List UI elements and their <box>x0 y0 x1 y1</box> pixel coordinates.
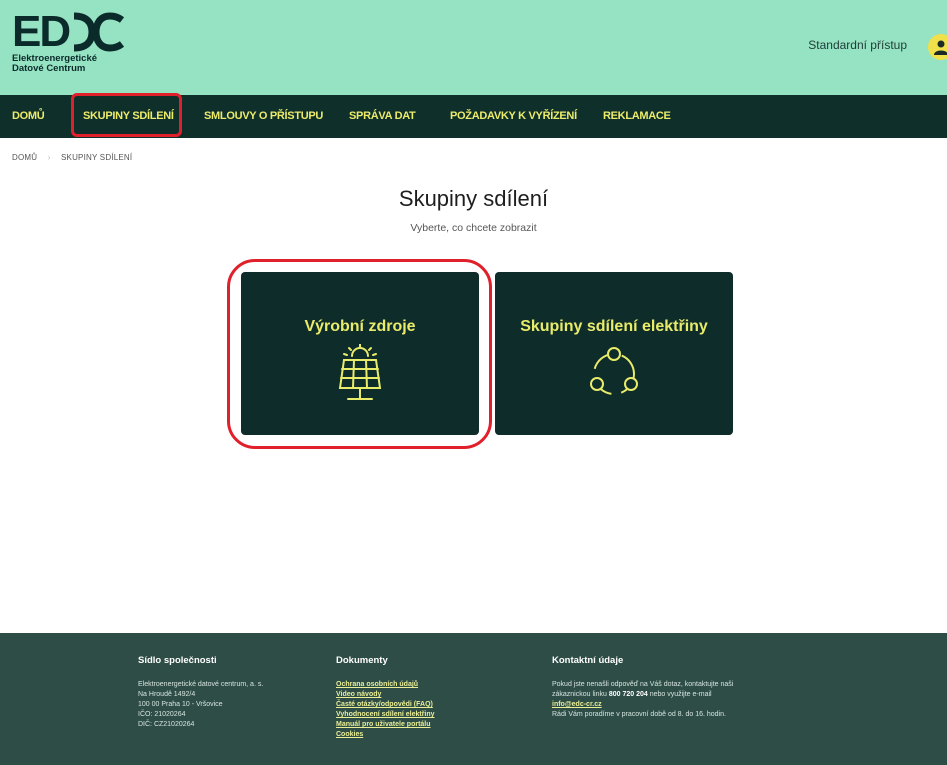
footer-link-video-guides[interactable]: Video návody <box>336 690 435 700</box>
footer-company-line: DIČ: CZ21020264 <box>138 721 195 728</box>
user-icon[interactable] <box>928 34 947 60</box>
card-title: Skupiny sdílení elektřiny <box>520 318 708 335</box>
nav-item-access-contracts[interactable]: SMLOUVY O PŘÍSTUPU <box>204 95 323 138</box>
footer-company-line: 100 00 Praha 10 - Vršovice <box>138 701 223 708</box>
logo-letters: ED <box>12 7 71 56</box>
nav-item-data-management[interactable]: SPRÁVA DAT <box>349 95 416 138</box>
footer-link-cookies[interactable]: Cookies <box>336 730 435 740</box>
footer-link-privacy[interactable]: Ochrana osobních údajů <box>336 680 435 690</box>
page-title: Skupiny sdílení <box>398 186 549 211</box>
breadcrumb: DOMŮ › SKUPINY SDÍLENÍ <box>12 153 132 162</box>
breadcrumb-current: SKUPINY SDÍLENÍ <box>61 153 133 162</box>
nav-highlight-annotation <box>71 93 182 137</box>
footer-link-sharing-evaluation[interactable]: Vyhodnocení sdílení elektřiny <box>336 710 435 720</box>
footer-link-faq[interactable]: Časté otázky/odpovědi (FAQ) <box>336 700 435 710</box>
footer-contact-phone[interactable]: 800 720 204 <box>609 691 648 698</box>
footer-link-user-manual[interactable]: Manuál pro uživatele portálu <box>336 720 435 730</box>
logo-subtitle-line2: Datové Centrum <box>12 63 86 74</box>
footer: Sídlo společnosti Elektroenergetické dat… <box>0 633 947 765</box>
footer-contact-text: nebo využijte e-mail <box>649 691 712 698</box>
footer-contact-email[interactable]: info@edc-cr.cz <box>552 700 733 710</box>
page-subtitle: Vyberte, co chcete zobrazit <box>410 222 537 234</box>
footer-contact-line: Pokud jste nenašli odpověď na Váš dotaz,… <box>552 681 734 688</box>
footer-contact-heading: Kontaktní údaje <box>552 655 624 666</box>
footer-documents: Dokumenty Ochrana osobních údajů Video n… <box>336 655 435 740</box>
footer-company-heading: Sídlo společnosti <box>138 655 217 666</box>
footer-documents-heading: Dokumenty <box>336 655 388 666</box>
nav-item-home[interactable]: DOMŮ <box>12 95 45 138</box>
breadcrumb-separator-icon: › <box>47 153 51 162</box>
footer-company-line: Na Hroudě 1492/4 <box>138 691 196 698</box>
footer-contact-line: Rádi Vám poradíme v pracovní době od 8. … <box>552 711 726 718</box>
logo-c-mark <box>73 12 125 52</box>
footer-company: Sídlo společnosti Elektroenergetické dat… <box>138 655 263 730</box>
logo-mark: ED <box>12 7 126 56</box>
header: ED Elektroenergetické Datové Centrum Sta… <box>0 0 947 95</box>
breadcrumb-home[interactable]: DOMŮ <box>12 153 37 162</box>
footer-company-line: Elektroenergetické datové centrum, a. s. <box>138 681 264 688</box>
sharing-group-icon <box>584 344 644 409</box>
footer-contact: Kontaktní údaje Pokud jste nenašli odpov… <box>552 655 733 720</box>
logo-subtitle: Elektroenergetické Datové Centrum <box>12 54 126 74</box>
nav-item-requests[interactable]: POŽADAVKY K VYŘÍZENÍ <box>450 95 577 138</box>
card-electricity-sharing-groups[interactable]: Skupiny sdílení elektřiny <box>495 272 733 435</box>
nav-item-complaints[interactable]: REKLAMACE <box>603 95 671 138</box>
access-level-label[interactable]: Standardní přístup <box>808 38 907 52</box>
footer-company-line: IČO: 21020264 <box>138 711 186 718</box>
card-highlight-annotation <box>227 259 492 449</box>
edc-logo[interactable]: ED Elektroenergetické Datové Centrum <box>12 7 126 74</box>
footer-contact-text: zákaznickou linku <box>552 691 607 698</box>
footer-contact-line: zákaznickou linku 800 720 204 nebo využi… <box>552 690 733 700</box>
